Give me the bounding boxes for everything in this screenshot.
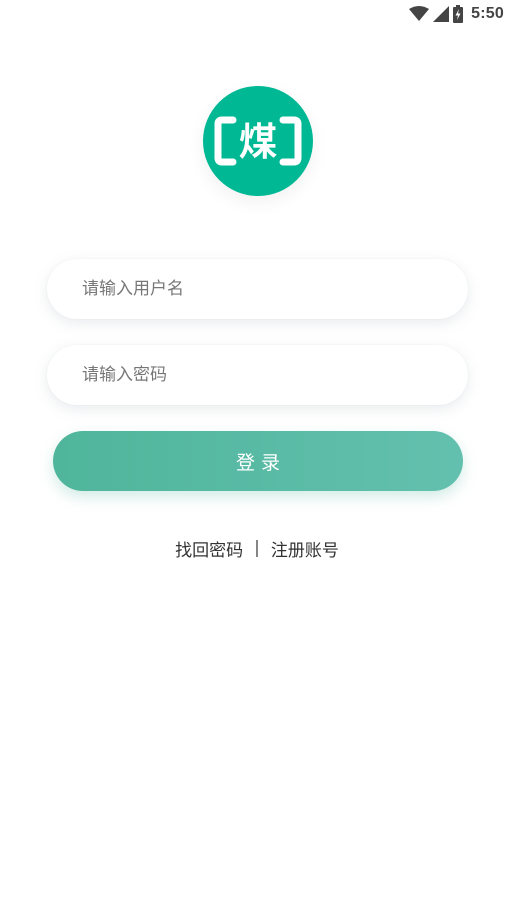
wifi-icon bbox=[409, 6, 430, 22]
status-bar: 5:50 bbox=[0, 0, 514, 28]
battery-charging-icon bbox=[453, 5, 464, 23]
username-input[interactable] bbox=[47, 259, 468, 319]
bottom-links: 找回密码 | 注册账号 bbox=[0, 536, 514, 561]
login-button-label: 登录 bbox=[235, 451, 286, 474]
username-field[interactable] bbox=[47, 259, 468, 319]
password-input[interactable] bbox=[47, 345, 468, 405]
status-icons: 5:50 bbox=[409, 4, 504, 24]
link-separator: | bbox=[254, 538, 260, 558]
status-time: 5:50 bbox=[471, 5, 504, 22]
app-logo: 煤 bbox=[203, 86, 313, 196]
register-link[interactable]: 注册账号 bbox=[271, 536, 339, 561]
forgot-password-link[interactable]: 找回密码 bbox=[175, 536, 243, 561]
login-button[interactable]: 登录 bbox=[53, 431, 463, 491]
password-field[interactable] bbox=[47, 345, 468, 405]
logo-character: 煤 bbox=[239, 120, 277, 164]
cell-signal-icon bbox=[433, 6, 450, 22]
